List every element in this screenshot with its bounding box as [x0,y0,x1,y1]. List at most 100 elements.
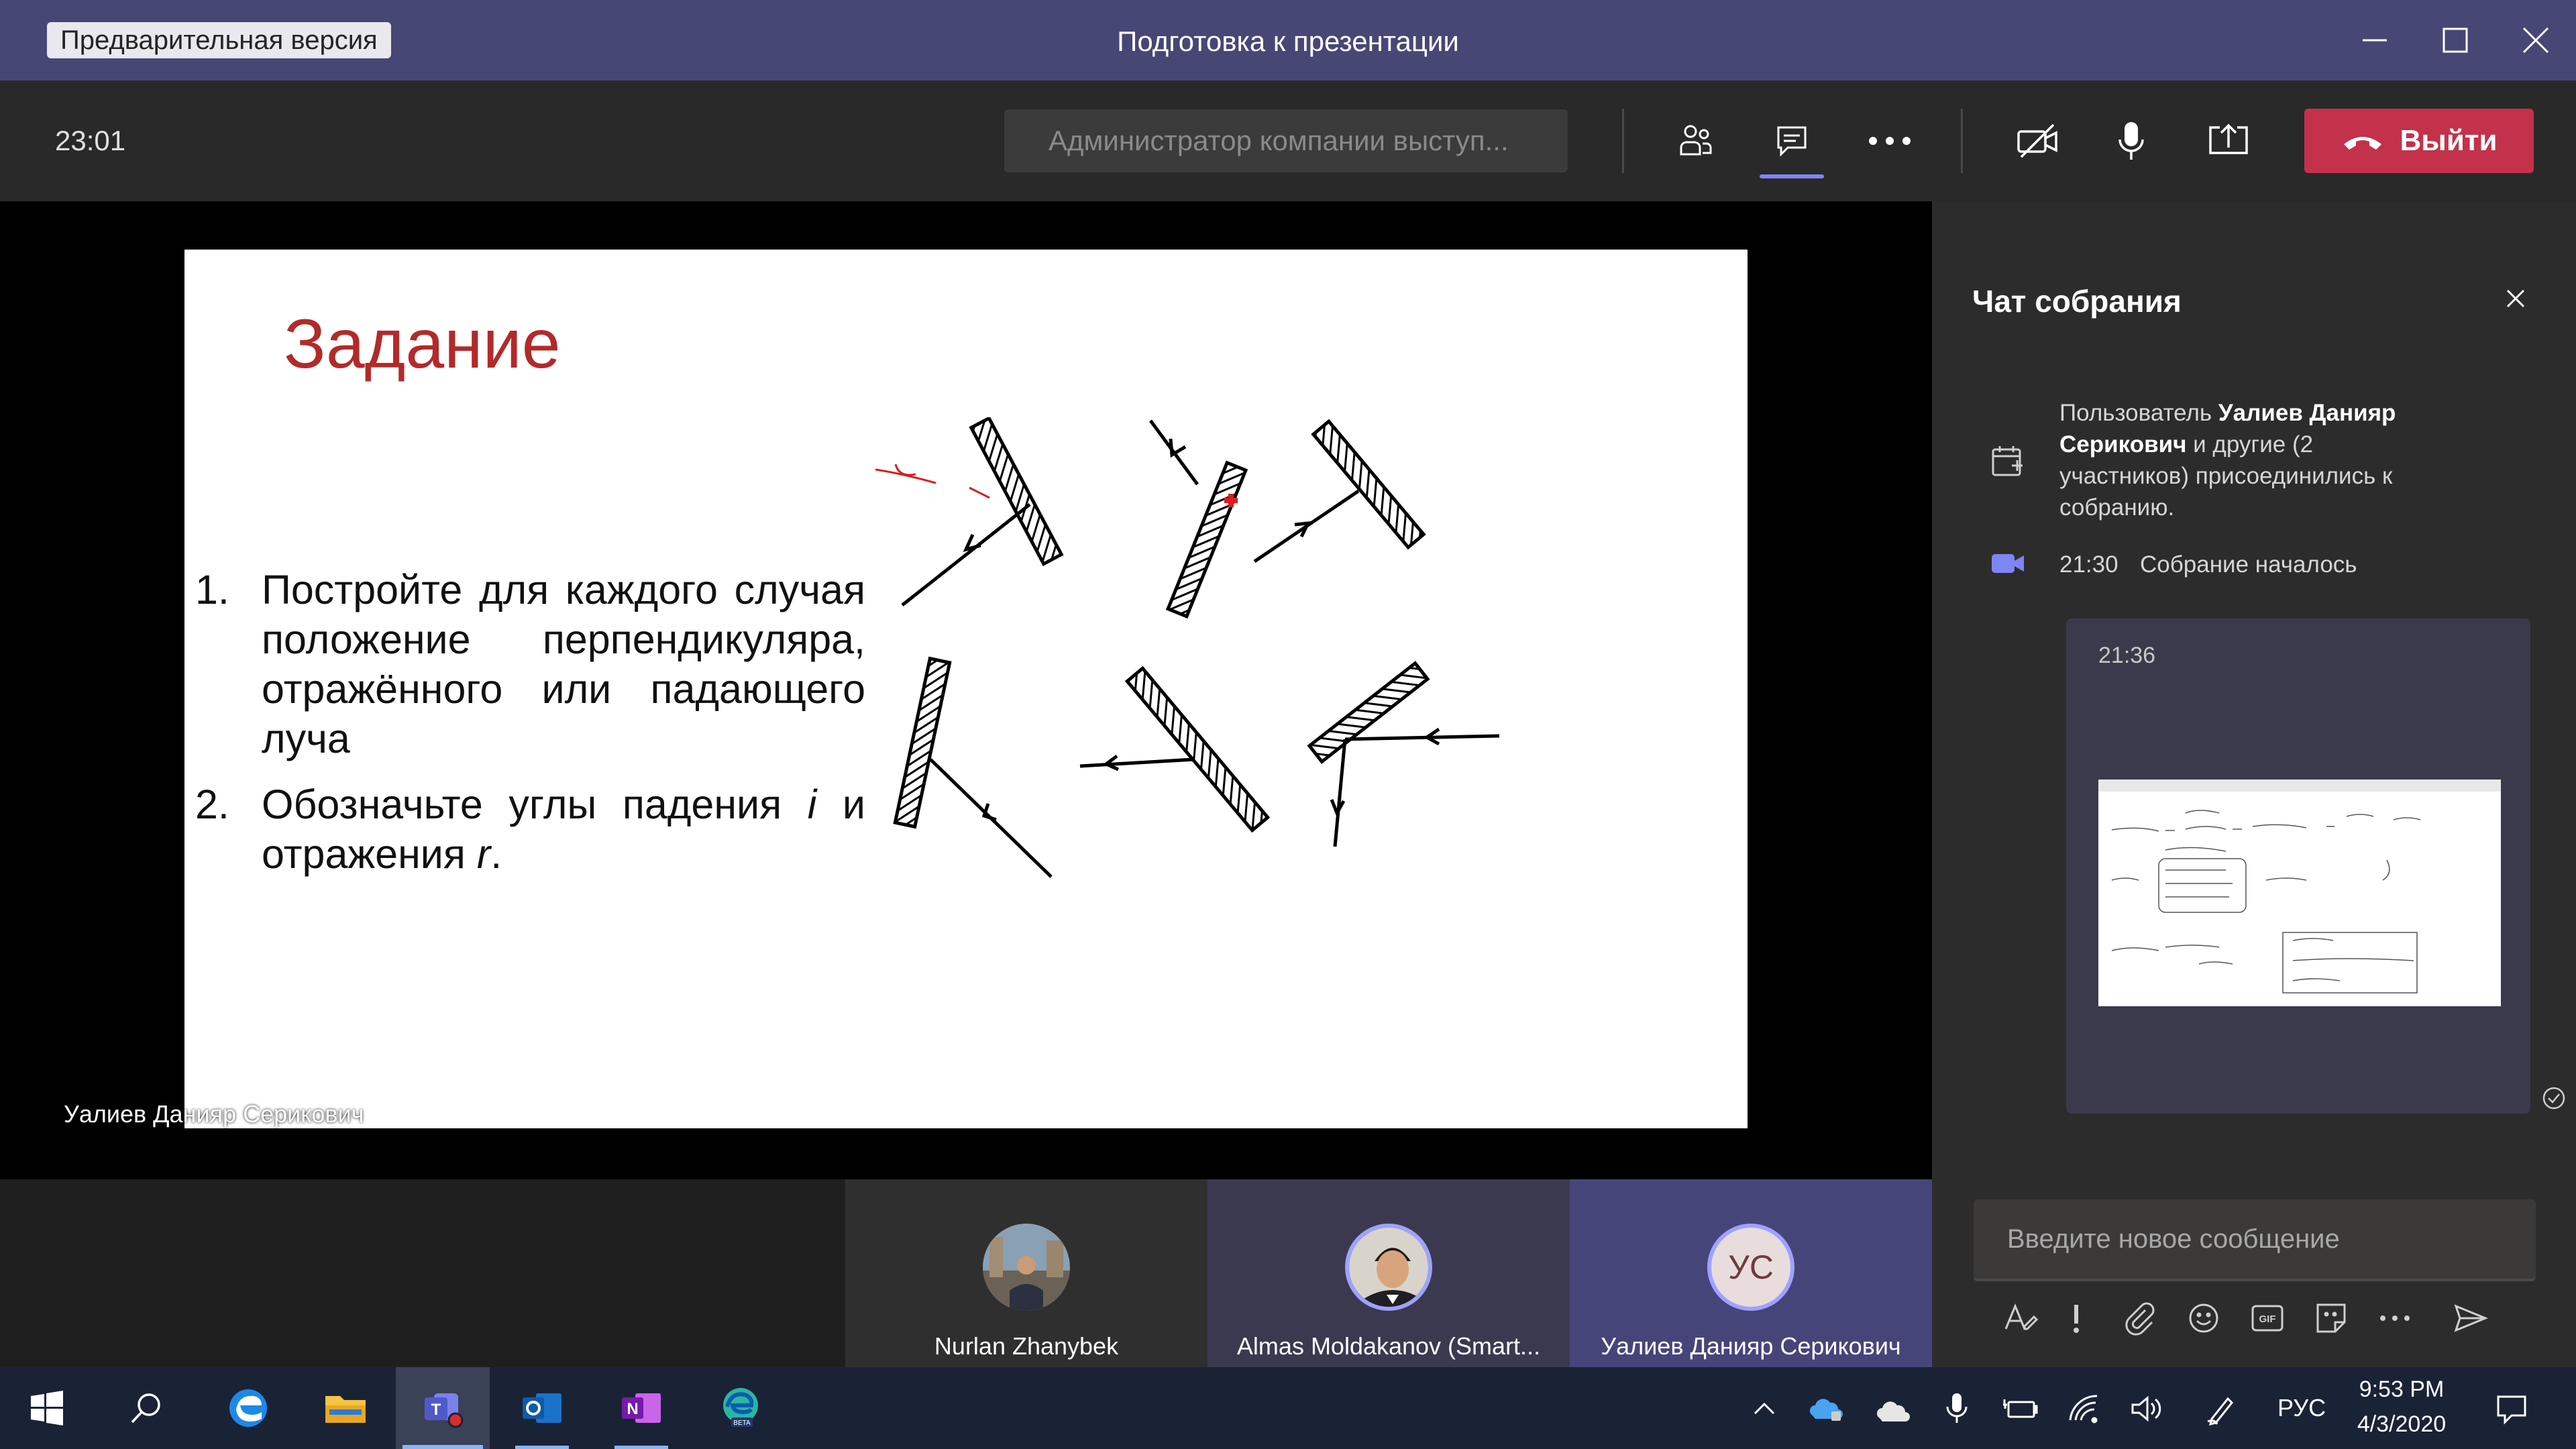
participant-photo [983,1224,1070,1311]
show-hidden-icons-button[interactable] [1743,1387,1786,1430]
exclamation-icon [2074,1305,2079,1333]
task-number: 2. [195,782,229,827]
taskbar-edge-beta[interactable]: BETA [694,1367,788,1449]
send-button[interactable] [2447,1295,2494,1342]
microphone-icon [2118,122,2144,160]
maximize-button[interactable] [2422,13,2489,67]
read-receipt-icon [2542,1087,2565,1110]
action-center-button[interactable] [2490,1387,2533,1430]
format-icon [2004,1303,2038,1330]
meeting-duration: 23:01 [55,125,126,156]
share-screen-button[interactable] [2195,107,2262,174]
mirror-diagram-3 [1253,419,1426,564]
svg-text:T: T [431,1401,441,1419]
message-image-attachment[interactable] [2098,780,2501,1006]
volume-tray[interactable] [2125,1387,2168,1430]
participant-photo [1349,1228,1428,1307]
maximize-icon [2443,28,2468,53]
presenter-name: Уалиев Данияр Серикович [64,1100,364,1128]
system-message-prefix: Пользователь [2059,400,2218,426]
teams-icon: T [425,1393,464,1428]
minimize-button[interactable] [2341,13,2408,67]
search-button[interactable] [99,1367,193,1449]
taskbar-outlook[interactable] [495,1367,589,1449]
onedrive-business-tray[interactable] [1805,1387,1847,1430]
more-options-button[interactable] [2371,1295,2418,1342]
gif-button[interactable]: GIF [2244,1295,2291,1342]
chat-message[interactable]: 21:36 [2066,619,2530,1114]
task-item: 2. Обозначьте углы падения i и отражения… [184,780,865,879]
mirror-diagram-5 [1079,665,1271,833]
minimize-icon [2363,39,2387,42]
toolbar-divider [1961,109,1963,173]
start-button[interactable] [0,1367,94,1449]
taskbar-date[interactable]: 4/3/2020 [2341,1411,2462,1438]
microphone-button[interactable] [2098,107,2165,174]
participant-name: Nurlan Zhanybek [934,1332,1119,1360]
participant-name: Almas Moldakanov (Smart... [1236,1332,1541,1360]
battery-tray[interactable] [1999,1387,2042,1430]
taskbar-teams[interactable]: T [396,1367,490,1449]
chat-icon [1777,126,1807,157]
more-actions-button[interactable] [1856,107,1923,174]
participant-strip: Nurlan Zhanybek Almas Moldakanov (Smart.… [0,1179,1932,1367]
close-window-button[interactable] [2502,13,2569,67]
presenter-status-bar[interactable]: Администратор компании выступ... [1004,109,1568,172]
task-item: 1. Постройте для каждого случая положени… [184,565,865,763]
chat-button[interactable] [1758,107,1825,174]
edge-beta-icon: BETA [723,1388,758,1427]
video-camera-icon [1992,554,2024,573]
camera-toggle-button[interactable] [2004,107,2072,174]
input-language[interactable]: РУС [2277,1394,2326,1422]
onedrive-tray[interactable] [1872,1387,1915,1430]
taskbar-onenote[interactable]: N [594,1367,688,1449]
chevron-up-icon [1754,1402,1775,1415]
leave-button[interactable]: Выйти [2304,109,2534,173]
svg-text:N: N [627,1400,638,1418]
windows-logo-icon [31,1391,63,1426]
microphone-in-use-tray[interactable] [1935,1387,1978,1430]
participant-tile[interactable]: Almas Moldakanov (Smart... [1208,1179,1570,1367]
avatar [983,1224,1070,1311]
message-time: 21:36 [2098,643,2156,668]
edge-icon [229,1389,267,1427]
chat-title: Чат собрания [1972,284,2182,319]
window-title: Подготовка к презентации [1117,25,1459,57]
shared-content-stage: Задание 1. Постройте для каждого случая … [0,201,1932,1179]
taskbar-file-explorer[interactable] [299,1367,392,1449]
emoji-button[interactable] [2180,1295,2227,1342]
avatar [1345,1224,1432,1311]
more-icon [2380,1316,2410,1321]
share-screen-icon [2209,123,2248,154]
sticker-button[interactable] [2308,1295,2355,1342]
title-bar: Предварительная версия Подготовка к през… [0,0,2576,80]
speaker-icon [2131,1395,2161,1422]
close-chat-button[interactable] [2496,278,2536,319]
participant-tile[interactable]: Nurlan Zhanybek [845,1179,1208,1367]
attach-button[interactable] [2116,1295,2163,1342]
participants-button[interactable] [1662,107,1729,174]
system-message: Пользователь Уалиев Данияр Серикович и д… [2059,397,2442,523]
microphone-icon [1946,1393,1968,1423]
reflection-angle-symbol: r [476,831,491,877]
taskbar-edge[interactable] [201,1367,295,1449]
task-list: 1. Постройте для каждого случая положени… [184,565,865,895]
search-icon [131,1393,160,1424]
wifi-icon [2069,1395,2098,1424]
onedrive-icon [1809,1399,1843,1421]
calendar-icon [1992,446,2023,476]
pen-workspace-tray[interactable] [2200,1387,2243,1430]
format-button[interactable] [1996,1295,2043,1342]
pen-icon [2207,1397,2234,1426]
sticker-icon [2316,1303,2346,1333]
notifications-icon [2497,1395,2526,1425]
send-icon [2454,1304,2488,1332]
wifi-tray[interactable] [2063,1387,2106,1430]
important-button[interactable] [2053,1295,2100,1342]
meeting-started-time: 21:30 [2059,551,2118,578]
emoji-icon [2189,1303,2218,1333]
outlook-icon [523,1393,561,1423]
taskbar-time[interactable]: 9:53 PM [2355,1377,2449,1403]
participant-tile[interactable]: УС Уалиев Данияр Серикович [1570,1179,1932,1367]
message-compose-input[interactable]: Введите новое сообщение [1974,1199,2536,1281]
